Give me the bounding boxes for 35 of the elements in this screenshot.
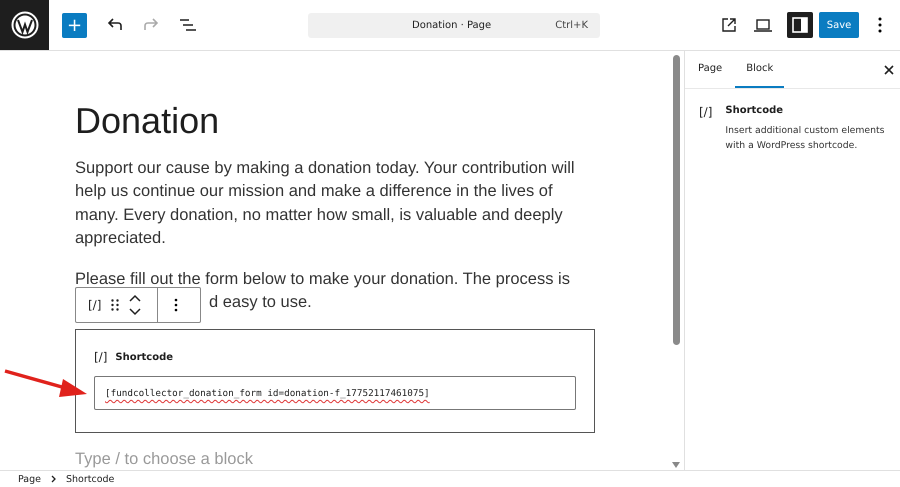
sidebar-toggle-button[interactable] bbox=[787, 12, 813, 38]
drag-handle-icon[interactable] bbox=[111, 299, 120, 312]
document-title: Donation · Page bbox=[412, 20, 492, 30]
chevron-right-icon bbox=[51, 475, 56, 483]
paragraph[interactable]: Please fill out the form below to make your donation. The process is bbox=[75, 268, 595, 292]
sidebar-tab[interactable]: Page bbox=[687, 51, 734, 88]
add-block-button[interactable]: + bbox=[62, 12, 87, 38]
block-title: Shortcode bbox=[725, 105, 784, 116]
block-description: Insert additional custom elements with a WordPress shortcode. bbox=[725, 124, 886, 153]
page-title[interactable]: Donation bbox=[75, 101, 595, 141]
more-options-icon[interactable] bbox=[878, 17, 882, 33]
shortcode-icon: [/] bbox=[699, 105, 712, 153]
move-up-down-icon[interactable] bbox=[129, 294, 142, 316]
paragraph[interactable]: Support our cause by making a donation today. Your contribution will help us continue our mission and make a difference in the lives of many. Every donation, no matter how small, is valuable and deeply appreciated. bbox=[75, 157, 595, 250]
laptop-icon[interactable] bbox=[754, 18, 772, 32]
undo-icon[interactable] bbox=[107, 18, 123, 32]
breadcrumb-item[interactable]: Page bbox=[18, 474, 41, 484]
command-bar[interactable]: Donation · Page Ctrl+K bbox=[308, 12, 600, 38]
save-button[interactable]: Save bbox=[819, 12, 859, 38]
wordpress-logo[interactable] bbox=[0, 0, 49, 50]
paragraph-fragment[interactable]: d easy to use. bbox=[209, 291, 312, 315]
shortcut-hint: Ctrl+K bbox=[555, 20, 588, 30]
scroll-down-icon[interactable] bbox=[672, 462, 680, 468]
shortcode-block-icon[interactable]: [/] bbox=[88, 298, 102, 312]
breadcrumb-item[interactable]: Shortcode bbox=[66, 474, 114, 484]
more-options-icon[interactable] bbox=[174, 298, 178, 312]
block-label: Shortcode bbox=[115, 352, 174, 363]
list-view-icon[interactable] bbox=[179, 18, 197, 32]
wordpress-icon bbox=[10, 11, 38, 39]
shortcode-block[interactable]: [/] Shortcode [fundcollector_donation_form id=donation-f_17752117461075] bbox=[75, 329, 595, 434]
close-icon[interactable] bbox=[884, 64, 894, 74]
external-link-icon[interactable] bbox=[722, 18, 736, 32]
sidebar-tab[interactable]: Block bbox=[735, 51, 784, 88]
shortcode-icon: [/] bbox=[94, 350, 108, 364]
shortcode-input[interactable]: [fundcollector_donation_form id=donation-f_17752117461075] bbox=[94, 376, 576, 410]
